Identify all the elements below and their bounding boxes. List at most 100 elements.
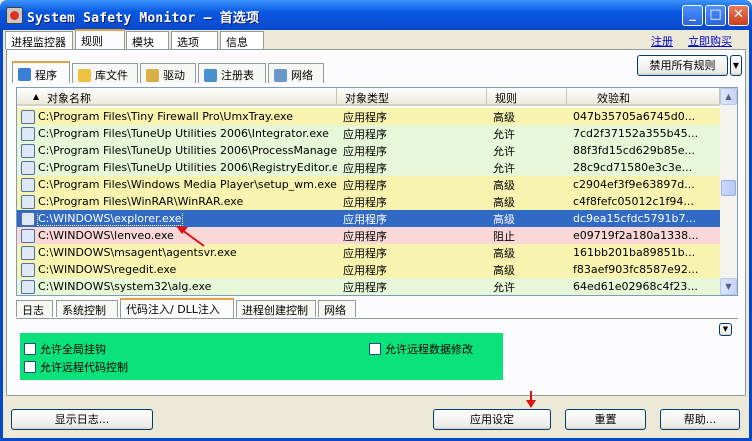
table-row[interactable]: C:\Program Files\Windows Media Player\se… (17, 176, 720, 193)
regedit-icon (21, 262, 35, 277)
allow-remote-code-control-checkbox[interactable]: 允许远程代码控制 (24, 359, 128, 375)
table-row[interactable]: C:\WINDOWS\lenveo.exe 应用程序 阻止 e09719f2a180a… (17, 227, 720, 244)
tab-network-bottom[interactable]: 网络 (318, 300, 356, 317)
registry-editor-icon (21, 160, 35, 175)
cell-type: 应用程序 (343, 280, 387, 294)
disable-all-rules-button[interactable]: 禁用所有规则 (637, 55, 728, 76)
tab-dll-injection[interactable]: 代码注入/ DLL注入 (120, 298, 234, 318)
minimize-button[interactable]: _ (682, 5, 703, 26)
tab-info[interactable]: 信息 (220, 31, 264, 49)
cell-checksum: c4f8fefc05012c1f94... (573, 195, 694, 208)
column-checksum[interactable]: 效验和 (567, 88, 720, 105)
cell-rule: 允许 (493, 127, 515, 141)
tab-divider (16, 318, 738, 319)
close-button[interactable]: ✕ (728, 5, 749, 26)
tab-modules[interactable]: 模块 (126, 31, 169, 49)
column-object-type[interactable]: 对象类型 (337, 88, 487, 105)
tuneup-icon (21, 126, 35, 141)
cell-rule: 高级 (493, 110, 515, 124)
vertical-scrollbar[interactable]: ▲ ▼ (720, 88, 737, 295)
app-window-icon (21, 279, 35, 294)
cell-type: 应用程序 (343, 178, 387, 192)
checkbox-box[interactable] (24, 361, 36, 373)
cell-type: 应用程序 (343, 110, 387, 124)
cell-object-name: C:\Program Files\Windows Media Player\se… (38, 178, 337, 191)
tab-system-control[interactable]: 系统控制 (56, 300, 118, 317)
driver-icon (146, 68, 159, 82)
cell-type: 应用程序 (343, 229, 387, 243)
apply-settings-button[interactable]: 应用设定 (433, 409, 551, 430)
registry-icon (204, 68, 217, 82)
subtab-registry[interactable]: 注册表 (198, 63, 266, 83)
network-icon (274, 68, 287, 82)
subtab-libraries[interactable]: 库文件 (72, 63, 138, 83)
app-shield-icon (6, 7, 23, 24)
column-rule[interactable]: 规则 (487, 88, 567, 105)
scroll-thumb[interactable] (721, 180, 736, 196)
checkbox-box[interactable] (369, 343, 381, 355)
cell-rule: 高级 (493, 178, 515, 192)
cell-type: 应用程序 (343, 246, 387, 260)
rules-table[interactable]: ▲ 对象名称 对象类型 规则 效验和 C:\Program Files\Tiny … (16, 87, 738, 296)
table-row[interactable]: C:\Program Files\TuneUp Utilities 2006\R… (17, 159, 720, 176)
column-object-name[interactable]: ▲ 对象名称 (17, 88, 337, 105)
checkbox-box[interactable] (24, 343, 36, 355)
cell-type: 应用程序 (343, 212, 387, 226)
expand-chevron-icon[interactable]: ▼ (719, 323, 732, 336)
cell-rule: 允许 (493, 280, 515, 294)
subtab-drivers[interactable]: 驱动 (140, 63, 196, 83)
tab-process-monitor[interactable]: 进程监控器 (5, 31, 73, 49)
cell-checksum: 64ed61e02968c4f23... (573, 280, 698, 293)
subtab-programs[interactable]: 程序 (12, 61, 70, 83)
table-row[interactable]: C:\WINDOWS\msagent\agentsvr.exe 应用程序 高级 161… (17, 244, 720, 261)
tab-options[interactable]: 选项 (171, 31, 218, 49)
tab-process-creation[interactable]: 进程创建控制 (236, 300, 316, 317)
table-row[interactable]: C:\WINDOWS\explorer.exe 应用程序 高级 dc9ea15cfdc… (17, 210, 720, 227)
register-link[interactable]: 注册 (651, 33, 673, 49)
subtab-network[interactable]: 网络 (268, 63, 324, 83)
agent-icon (21, 245, 35, 260)
allow-global-hooks-checkbox[interactable]: 允许全局挂钩 (24, 341, 106, 357)
tab-log[interactable]: 日志 (16, 300, 53, 317)
table-header: ▲ 对象名称 对象类型 规则 效验和 (17, 88, 720, 106)
scroll-down-icon[interactable]: ▼ (720, 278, 737, 295)
cell-checksum: dc9ea15cfdc5791b7... (573, 212, 696, 225)
cell-checksum: c2904ef3f9e63897d... (573, 178, 695, 191)
table-row[interactable]: C:\Program Files\Tiny Firewall Pro\UmxTr… (17, 108, 720, 125)
table-row[interactable]: C:\Program Files\WinRAR\WinRAR.exe 应用程序 高级… (17, 193, 720, 210)
title-bar[interactable]: System Safety Monitor — 首选项 _ □ ✕ (0, 0, 752, 30)
scroll-up-icon[interactable]: ▲ (720, 88, 737, 105)
maximize-button[interactable]: □ (705, 5, 726, 26)
sort-asc-icon: ▲ (33, 92, 40, 101)
cell-checksum: 28c9cd71580e3c3e... (573, 161, 693, 174)
cell-object-name: C:\WINDOWS\lenveo.exe (38, 229, 174, 242)
allow-remote-data-modification-checkbox[interactable]: 允许远程数据修改 (369, 341, 473, 357)
table-row[interactable]: C:\WINDOWS\system32\alg.exe 应用程序 允许 64ed61e… (17, 278, 720, 295)
cell-type: 应用程序 (343, 263, 387, 277)
cell-rule: 允许 (493, 161, 515, 175)
cell-object-name: C:\WINDOWS\explorer.exe (37, 211, 183, 226)
cell-checksum: 7cd2f37152a355b45... (573, 127, 699, 140)
show-log-button[interactable]: 显示日志... (11, 409, 153, 430)
reset-button[interactable]: 重置 (565, 409, 646, 430)
help-button[interactable]: 帮助... (660, 409, 740, 430)
cell-rule: 高级 (493, 263, 515, 277)
cell-rule: 高级 (493, 212, 515, 226)
explorer-icon (21, 211, 35, 226)
table-row[interactable]: C:\Program Files\TuneUp Utilities 2006\P… (17, 142, 720, 159)
app-window-icon (21, 109, 35, 124)
table-row[interactable]: C:\Program Files\TuneUp Utilities 2006\I… (17, 125, 720, 142)
cell-checksum: 88f3fd15cd629b85e... (573, 144, 695, 157)
cell-object-name: C:\Program Files\TuneUp Utilities 2006\I… (38, 127, 329, 140)
winrar-icon (21, 194, 35, 209)
cell-type: 应用程序 (343, 195, 387, 209)
cell-object-name: C:\WINDOWS\system32\alg.exe (38, 280, 212, 293)
cell-object-name: C:\Program Files\TuneUp Utilities 2006\P… (38, 144, 337, 157)
dropdown-arrow-icon[interactable]: ▼ (730, 55, 742, 76)
buy-now-link[interactable]: 立即购买 (688, 33, 732, 49)
cell-object-name: C:\Program Files\WinRAR\WinRAR.exe (38, 195, 244, 208)
tab-rules[interactable]: 规则 (75, 29, 125, 50)
cell-type: 应用程序 (343, 127, 387, 141)
process-manager-icon (21, 143, 35, 158)
table-row[interactable]: C:\WINDOWS\regedit.exe 应用程序 高级 f83aef903fc8… (17, 261, 720, 278)
